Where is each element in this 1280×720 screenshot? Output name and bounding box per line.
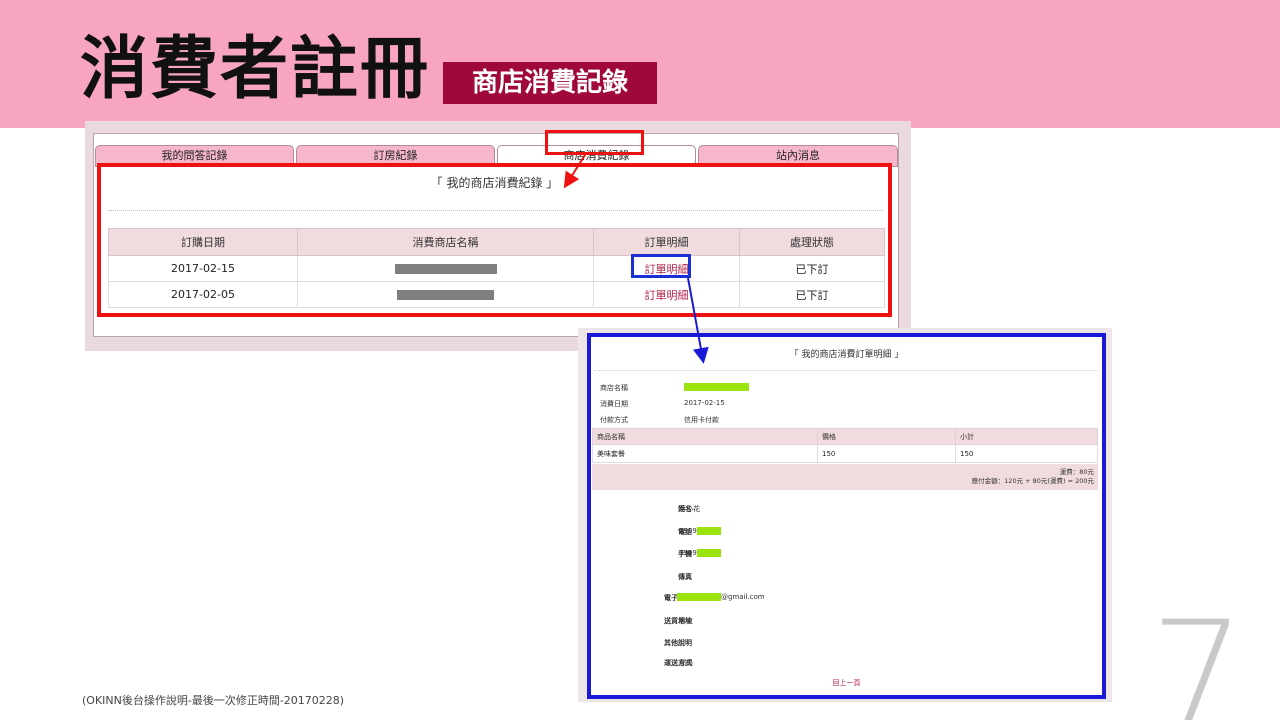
email-value: @gmail.com xyxy=(677,593,765,601)
shipping-fee: 運費：80元 xyxy=(1059,468,1094,476)
records-highlight-box xyxy=(97,163,892,317)
phone-prefix: 0909 xyxy=(679,527,697,535)
notes-label: 其他說明 xyxy=(664,639,692,647)
store-name-label: 商店名稱 xyxy=(600,384,628,392)
payment-value: 信用卡付款 xyxy=(684,416,719,424)
date-label: 消費日期 xyxy=(600,400,628,408)
back-link[interactable]: 回上一頁 xyxy=(587,678,1106,688)
tab-highlight-box xyxy=(545,130,644,155)
redacted-mobile xyxy=(696,549,721,557)
shipping-method-value: 郵局 xyxy=(679,659,693,667)
address-value: 屏東 xyxy=(679,617,693,625)
page-number: 7 xyxy=(1150,590,1246,720)
totals-block: 運費：80元 應付金額：120元 + 80元(運費) = 200元 xyxy=(592,464,1098,490)
item-price: 150 xyxy=(817,444,956,463)
email-suffix: @gmail.com xyxy=(721,593,765,601)
fax-label: 傳真 xyxy=(678,573,692,581)
mobile-value: 0909 xyxy=(679,549,721,557)
item-subtotal: 150 xyxy=(955,444,1098,463)
payment-label: 付款方式 xyxy=(600,416,628,424)
section-badge: 商店消費記錄 xyxy=(443,62,657,104)
mobile-prefix: 0909 xyxy=(679,549,697,557)
name-value: 蔣小花 xyxy=(679,505,700,513)
column-header: 商品名稱 xyxy=(592,428,818,445)
divider xyxy=(594,370,1098,371)
column-header: 小計 xyxy=(955,428,1098,445)
slide-title: 消費者註冊 xyxy=(80,30,431,109)
column-header: 價格 xyxy=(817,428,956,445)
detail-link-highlight-box xyxy=(631,254,691,278)
order-detail-title: 「 我的商店消費訂單明細 」 xyxy=(789,350,904,360)
items-table: 商品名稱 價格 小計 美味套餐 150 150 xyxy=(592,428,1098,463)
redacted-store-name xyxy=(684,383,749,391)
item-name: 美味套餐 xyxy=(592,444,818,463)
date-value: 2017-02-15 xyxy=(684,399,725,407)
total-amount: 應付金額：120元 + 80元(運費) = 200元 xyxy=(971,477,1094,485)
table-row: 美味套餐 150 150 xyxy=(592,444,1098,463)
store-name-value xyxy=(684,383,749,391)
footer-note: (OKINN後台操作說明-最後一次修正時間-20170228) xyxy=(82,694,345,707)
redacted-email xyxy=(677,593,721,601)
redacted-phone xyxy=(696,527,721,535)
table-header-row: 商品名稱 價格 小計 xyxy=(592,428,1098,445)
phone-value: 0909 xyxy=(679,527,721,535)
